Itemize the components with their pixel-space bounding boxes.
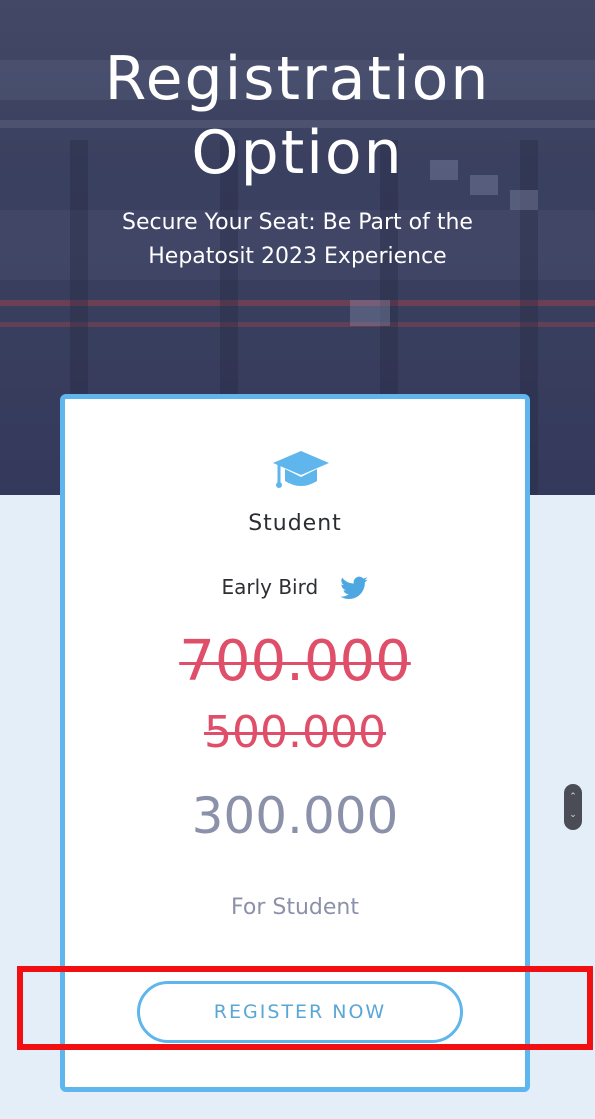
register-now-button[interactable]: REGISTER NOW [137, 981, 463, 1043]
twitter-bird-icon [339, 576, 368, 599]
pricing-card-student: Student Early Bird 700.000 500.000 300.0… [60, 394, 530, 1092]
plan-note: For Student [231, 895, 359, 920]
title-line-2: Option [191, 118, 404, 188]
subtitle-line-1: Secure Your Seat: Be Part of the [122, 210, 473, 235]
graduation-cap-icon [273, 451, 329, 488]
price-current: 300.000 [191, 787, 399, 845]
plan-name: Student [248, 511, 342, 536]
page-subtitle: Secure Your Seat: Be Part of the Hepatos… [60, 206, 535, 274]
page-title: Registration Option [0, 42, 595, 190]
title-line-1: Registration [104, 44, 491, 114]
price-first-discount: 500.000 [204, 707, 386, 758]
chevron-up-icon: ⌃ [569, 792, 577, 802]
chevron-down-icon: ⌄ [569, 810, 577, 820]
price-original: 700.000 [179, 629, 411, 694]
subtitle-line-2: Hepatosit 2023 Experience [148, 244, 447, 269]
early-bird-row: Early Bird [65, 575, 525, 602]
early-bird-label: Early Bird [221, 575, 319, 599]
scroll-handle[interactable]: ⌃ ⌄ [564, 784, 582, 830]
